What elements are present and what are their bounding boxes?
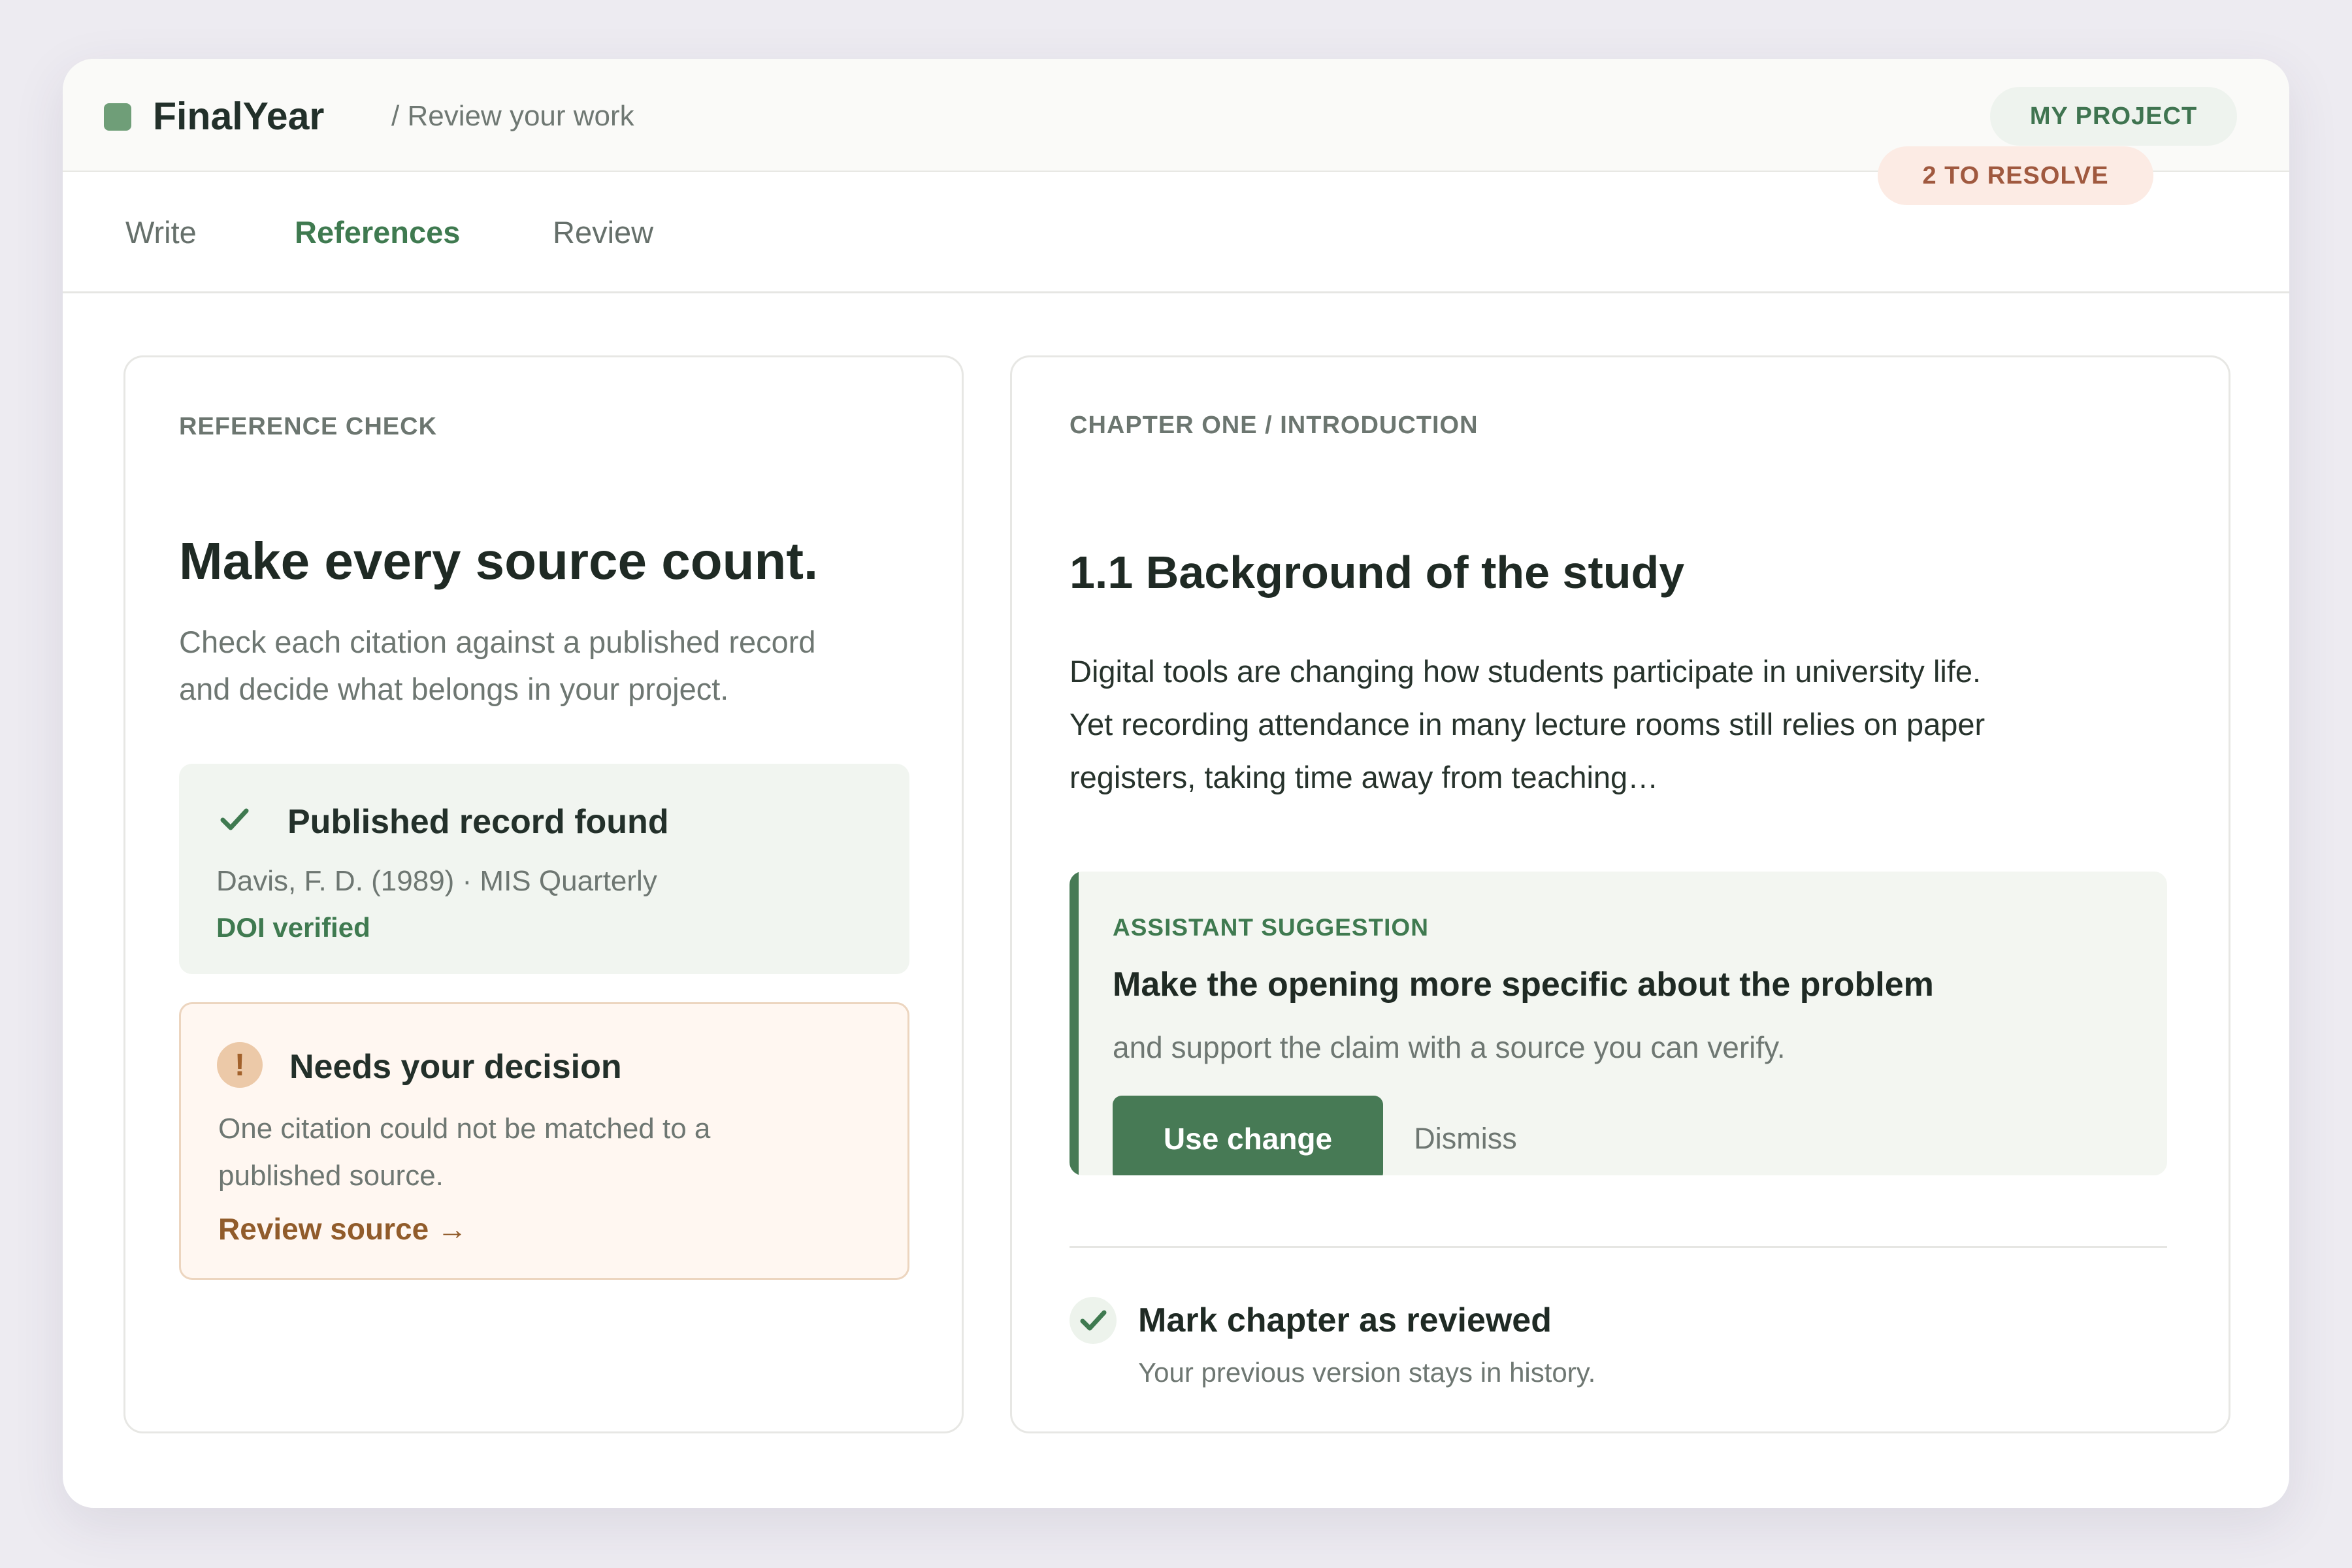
chapter-body-text[interactable]: Digital tools are changing how students … (1070, 645, 1997, 804)
check-icon (220, 808, 249, 830)
published-record-title: Published record found (287, 803, 669, 841)
mark-reviewed-label[interactable]: Mark chapter as reviewed (1138, 1298, 1552, 1343)
chapter-title: 1.1 Background of the study (1070, 547, 1685, 598)
breadcrumb: / Review your work (391, 100, 634, 132)
citation-text: Davis, F. D. (1989) · MIS Quarterly (216, 865, 657, 897)
needs-decision-text: One citation could not be matched to a p… (218, 1113, 711, 1192)
doi-verified-label: DOI verified (216, 912, 370, 943)
needs-decision-status: ! Needs your decision One citation could… (179, 1002, 909, 1280)
tab-review[interactable]: Review (553, 213, 653, 252)
use-change-button[interactable]: Use change (1113, 1096, 1383, 1175)
check-icon (1080, 1310, 1107, 1331)
suggestion-subtitle: and support the claim with a source you … (1113, 1030, 1786, 1064)
review-source-link[interactable]: Review source → (218, 1209, 467, 1249)
brand-logo-icon (104, 103, 131, 131)
tab-references[interactable]: References (295, 213, 460, 252)
reference-check-eyebrow: REFERENCE CHECK (179, 413, 438, 440)
published-record-status: Published record found Davis, F. D. (198… (179, 764, 909, 974)
dismiss-button[interactable]: Dismiss (1400, 1096, 1531, 1175)
reference-check-subtitle: Check each citation against a published … (179, 625, 816, 706)
to-resolve-badge[interactable]: 2 TO RESOLVE (1878, 146, 2153, 205)
mark-reviewed-checkbox[interactable] (1070, 1297, 1117, 1344)
suggestion-title: Make the opening more specific about the… (1113, 966, 1934, 1004)
warning-icon: ! (217, 1042, 263, 1088)
app-name: FinalYear (153, 95, 325, 138)
assistant-suggestion: ASSISTANT SUGGESTION Make the opening mo… (1070, 872, 2167, 1175)
chapter-eyebrow: CHAPTER ONE / INTRODUCTION (1070, 412, 1478, 439)
mark-reviewed-note: Your previous version stays in history. (1138, 1357, 1596, 1388)
reference-check-title: Make every source count. (179, 532, 819, 590)
chapter-card: CHAPTER ONE / INTRODUCTION 1.1 Backgroun… (1010, 355, 2230, 1433)
my-project-button[interactable]: MY PROJECT (1990, 87, 2237, 146)
divider (1070, 1246, 2167, 1248)
app-window: FinalYear / Review your work MY PROJECT … (63, 59, 2289, 1508)
tab-write[interactable]: Write (125, 213, 197, 252)
suggestion-eyebrow: ASSISTANT SUGGESTION (1113, 914, 1429, 941)
reference-check-card: REFERENCE CHECK Make every source count.… (123, 355, 964, 1433)
suggestion-accent-bar (1070, 872, 1079, 1175)
needs-decision-title: Needs your decision (289, 1048, 622, 1086)
